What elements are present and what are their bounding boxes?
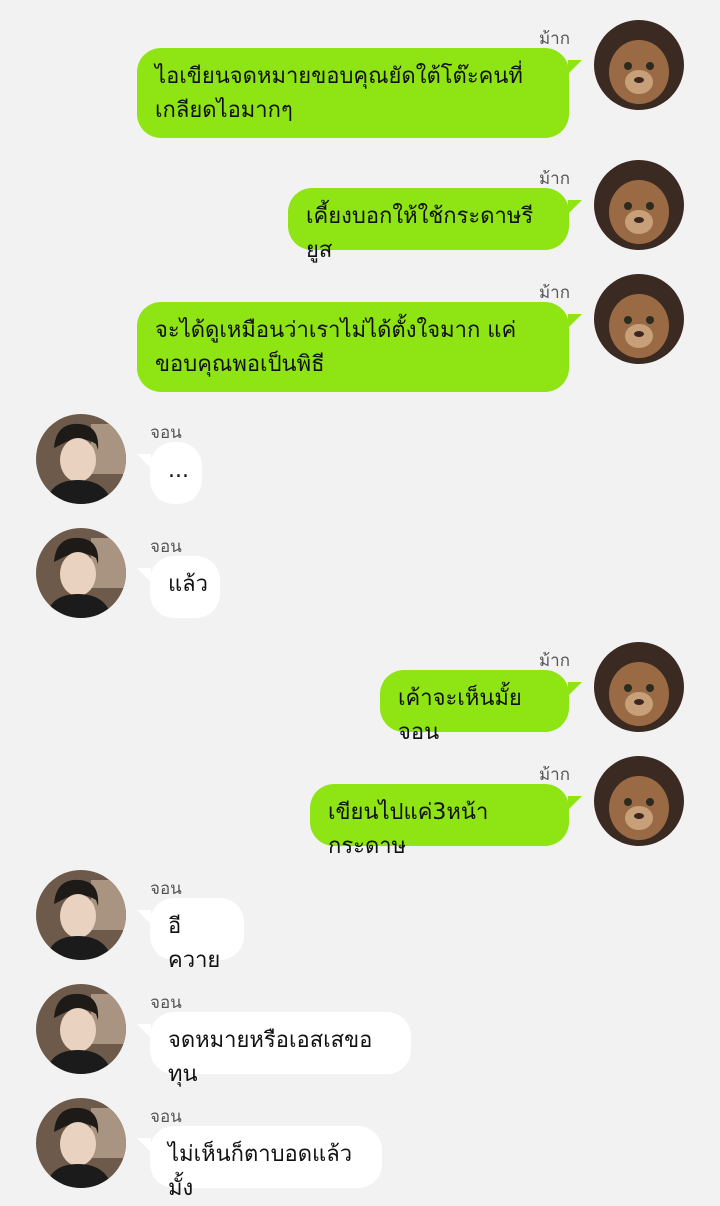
message-bubble[interactable]: ไอเขียนจดหมายขอบคุณยัดใต้โต๊ะคนที่ เกลีย…: [137, 48, 569, 138]
bubble-tail: [568, 682, 582, 696]
bubble-tail: [137, 1138, 151, 1152]
message-bubble[interactable]: ไม่เห็นก็ตาบอดแล้วมั้ง: [150, 1126, 382, 1201]
person-avatar[interactable]: [36, 414, 126, 504]
person-avatar[interactable]: [36, 870, 126, 960]
bubble-tail: [568, 200, 582, 214]
bubble-tail: [568, 314, 582, 328]
message-bubble[interactable]: เคี้ยงบอกให้ใช้กระดาษรียูส: [288, 188, 569, 263]
lion-cub-avatar[interactable]: [594, 642, 684, 732]
message-bubble[interactable]: แล้ว: [150, 556, 220, 618]
bubble-tail: [568, 60, 582, 74]
lion-cub-avatar[interactable]: [594, 274, 684, 364]
person-avatar[interactable]: [36, 984, 126, 1074]
message-bubble[interactable]: จดหมายหรือเอสเสขอทุน: [150, 1012, 411, 1087]
person-avatar[interactable]: [36, 1098, 126, 1188]
bubble-tail: [137, 568, 151, 582]
message-bubble[interactable]: เค้าจะเห็นมั้ยจอน: [380, 670, 569, 745]
lion-cub-avatar[interactable]: [594, 756, 684, 846]
lion-cub-avatar[interactable]: [594, 20, 684, 110]
message-bubble[interactable]: อีควาย: [150, 898, 244, 973]
message-bubble[interactable]: จะได้ดูเหมือนว่าเราไม่ได้ตั้งใจมาก แค่ ข…: [137, 302, 569, 392]
person-avatar[interactable]: [36, 528, 126, 618]
chat-thread: ม้าก ไอเขียนจดหมายขอบคุณยัดใต้โต๊ะคนที่ …: [0, 0, 720, 1201]
bubble-tail: [137, 910, 151, 924]
lion-cub-avatar[interactable]: [594, 160, 684, 250]
bubble-tail: [137, 1024, 151, 1038]
bubble-tail: [568, 796, 582, 810]
message-bubble[interactable]: ...: [150, 442, 202, 504]
bubble-tail: [137, 454, 151, 468]
message-bubble[interactable]: เขียนไปแค่3หน้ากระดาษ: [310, 784, 569, 859]
